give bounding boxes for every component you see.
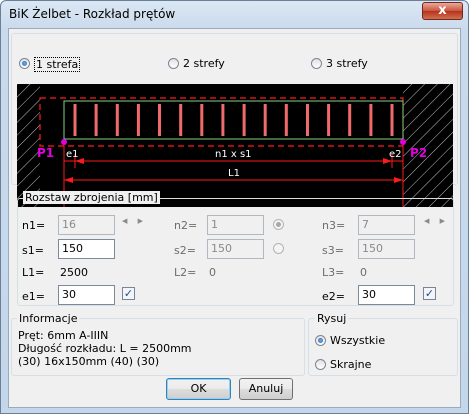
spacing-label: n1 x s1 bbox=[215, 149, 252, 160]
L1-value: 2500 bbox=[60, 266, 88, 279]
rebar-5 bbox=[158, 104, 161, 136]
rebar-7 bbox=[200, 104, 204, 136]
rebar-4 bbox=[136, 104, 140, 136]
s2-radio[interactable] bbox=[273, 243, 284, 254]
zone-2-radio[interactable] bbox=[168, 58, 179, 69]
s1-label: s1= bbox=[22, 244, 44, 257]
n3-field[interactable]: 7 bbox=[358, 215, 415, 235]
rebar-9 bbox=[242, 104, 246, 136]
e2-label: e2 bbox=[389, 149, 402, 160]
n2-label: n2= bbox=[174, 219, 198, 232]
L2-value: 0 bbox=[209, 266, 216, 279]
ok-button[interactable]: OK bbox=[166, 378, 231, 400]
close-icon: x bbox=[438, 3, 447, 18]
s2-field[interactable]: 150 bbox=[207, 239, 264, 259]
draw-edge-label[interactable]: Skrajne bbox=[330, 358, 371, 371]
title-bar[interactable]: BiK Żelbet - Rozkład prętów x bbox=[1, 1, 468, 27]
p1-marker bbox=[61, 139, 67, 145]
L1-label: L1= bbox=[22, 266, 45, 279]
n1-spinner-icon[interactable]: ◀ ▶ bbox=[122, 217, 147, 225]
draw-all-label[interactable]: Wszystkie bbox=[330, 334, 385, 347]
rebar-1 bbox=[73, 104, 77, 136]
L2-label: L2= bbox=[174, 266, 197, 279]
n3-spin-arrows-icon[interactable]: ◀ ▶ bbox=[424, 217, 449, 225]
zone-3-label[interactable]: 3 strefy bbox=[326, 57, 368, 70]
arrow-total-right bbox=[394, 177, 403, 183]
cancel-button[interactable]: Anuluj bbox=[239, 378, 293, 400]
rebar-16 bbox=[390, 104, 394, 136]
n2-field[interactable]: 1 bbox=[207, 215, 264, 235]
draw-group-title: Rysuj bbox=[315, 312, 349, 325]
total-length-label: L1 bbox=[228, 168, 240, 179]
n2-radio[interactable] bbox=[273, 219, 284, 230]
rebar-3 bbox=[115, 104, 119, 136]
s3-label: s3= bbox=[322, 244, 344, 257]
s1-field[interactable]: 150 bbox=[58, 239, 115, 259]
zone-2-label[interactable]: 2 strefy bbox=[183, 57, 225, 70]
rebar-13 bbox=[327, 104, 331, 136]
info-group-title: Informacje bbox=[17, 312, 80, 325]
p2-marker bbox=[400, 139, 406, 145]
rebar-12 bbox=[306, 104, 309, 136]
rebar-15 bbox=[369, 104, 373, 136]
info-layout-line: (30) 16x150mm (40) (30) bbox=[18, 355, 160, 368]
e2-field-label: e2= bbox=[322, 290, 345, 303]
draw-edge-radio[interactable] bbox=[315, 359, 326, 370]
L3-label: L3= bbox=[322, 266, 345, 279]
s3-field[interactable]: 150 bbox=[358, 239, 415, 259]
rebar-14 bbox=[348, 104, 352, 136]
e1-field-label: e1= bbox=[22, 290, 45, 303]
dialog-client: 1 strefa 2 strefy 3 strefy P1 P2 e1 e2 n… bbox=[8, 28, 461, 408]
p1-label: P1 bbox=[37, 146, 54, 160]
spacing-group-title: Rozstaw zbrojenia [mm] bbox=[23, 191, 160, 204]
e1-field[interactable]: 30 bbox=[58, 285, 115, 305]
distribution-diagram: P1 P2 e1 e2 n1 x s1 L1 bbox=[17, 84, 453, 208]
zone-1-radio[interactable] bbox=[19, 58, 30, 69]
close-button[interactable]: x bbox=[422, 2, 463, 20]
slab-outline bbox=[63, 100, 404, 140]
n1-field[interactable]: 16 bbox=[58, 215, 115, 235]
info-length-line: Długość rozkładu: L = 2500mm bbox=[18, 342, 192, 355]
draw-all-radio[interactable] bbox=[315, 335, 326, 346]
e1-checkbox[interactable]: ✓ bbox=[122, 287, 135, 300]
L3-value: 0 bbox=[360, 266, 367, 279]
n3-label: n3= bbox=[322, 219, 346, 232]
e2-checkbox[interactable]: ✓ bbox=[423, 287, 436, 300]
p2-label: P2 bbox=[410, 146, 427, 160]
zone-1-label[interactable]: 1 strefa bbox=[34, 57, 81, 72]
info-bar-line: Pręt: 6mm A-IIIN bbox=[18, 329, 109, 342]
zone-3-radio[interactable] bbox=[311, 58, 322, 69]
rebar-11 bbox=[284, 104, 288, 136]
n1-label: n1= bbox=[22, 219, 46, 232]
dialog-window: BiK Żelbet - Rozkład prętów x 1 strefa 2… bbox=[0, 0, 469, 414]
window-title: BiK Żelbet - Rozkład prętów bbox=[9, 7, 176, 21]
rebar-2 bbox=[94, 104, 98, 136]
s2-label: s2= bbox=[174, 244, 196, 257]
rebar-6 bbox=[179, 104, 183, 136]
diagram-canvas: P1 P2 e1 e2 n1 x s1 L1 bbox=[17, 84, 453, 208]
e1-label: e1 bbox=[66, 149, 79, 160]
rebar-10 bbox=[263, 104, 267, 136]
e2-field[interactable]: 30 bbox=[358, 285, 415, 305]
arrow-total-left bbox=[64, 177, 73, 183]
rebar-8 bbox=[221, 104, 225, 136]
